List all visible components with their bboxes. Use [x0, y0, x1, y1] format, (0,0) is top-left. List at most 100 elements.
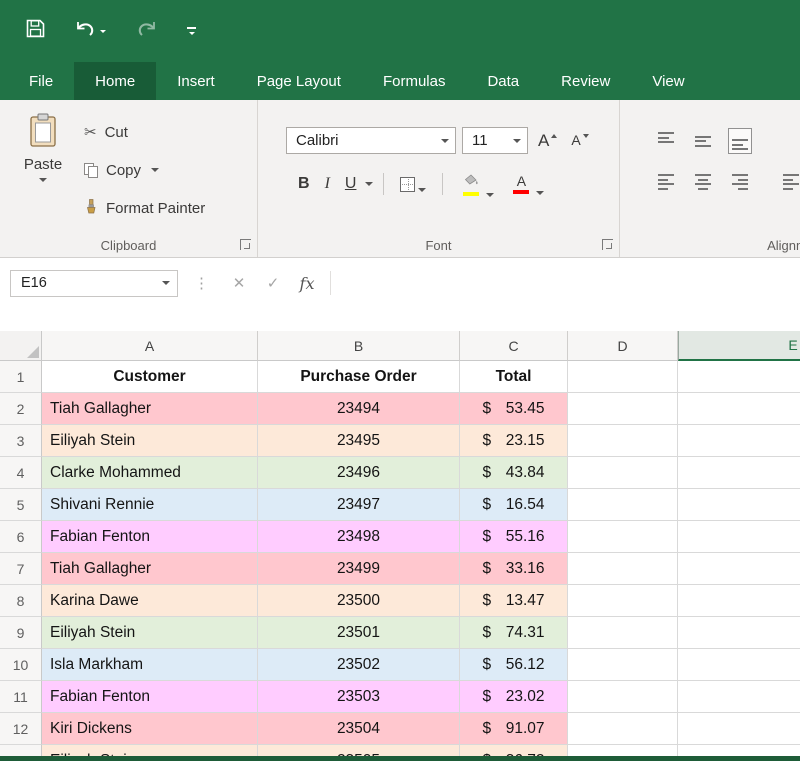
cell-total[interactable]: $13.47: [460, 585, 568, 617]
undo-dropdown-icon[interactable]: [100, 30, 106, 33]
cell-empty[interactable]: [678, 361, 800, 393]
cut-button[interactable]: ✂ Cut: [84, 113, 205, 151]
tab-review[interactable]: Review: [540, 62, 631, 100]
cell-customer[interactable]: Fabian Fenton: [42, 521, 258, 553]
cell-total[interactable]: $33.16: [460, 553, 568, 585]
cell-customer[interactable]: Isla Markham: [42, 649, 258, 681]
cell-purchase-order[interactable]: 23498: [258, 521, 460, 553]
cell-total-header[interactable]: Total: [460, 361, 568, 393]
middle-align-button[interactable]: [691, 128, 715, 154]
cell-empty[interactable]: [568, 425, 678, 457]
bottom-align-button[interactable]: [728, 128, 752, 154]
cell-empty[interactable]: [568, 713, 678, 745]
cell-purchase-order[interactable]: 23495: [258, 425, 460, 457]
clipboard-dialog-launcher-icon[interactable]: [240, 239, 251, 250]
cell-total[interactable]: $23.15: [460, 425, 568, 457]
cell-empty[interactable]: [678, 521, 800, 553]
undo-button[interactable]: [75, 20, 106, 42]
font-name-select[interactable]: Calibri: [286, 127, 456, 154]
formula-input[interactable]: [337, 270, 800, 297]
name-box-dropdown-icon[interactable]: [162, 281, 170, 285]
cell-empty[interactable]: [568, 681, 678, 713]
underline-dropdown-icon[interactable]: [365, 182, 373, 186]
row-number[interactable]: 5: [0, 489, 42, 521]
cell-empty[interactable]: [568, 393, 678, 425]
paste-dropdown-icon[interactable]: [39, 178, 47, 182]
cell-customer[interactable]: Karina Dawe: [42, 585, 258, 617]
row-number[interactable]: 8: [0, 585, 42, 617]
orientation-icon[interactable]: ab: [796, 131, 800, 152]
row-number[interactable]: 1: [0, 361, 42, 393]
tab-file[interactable]: File: [8, 62, 74, 100]
insert-function-button[interactable]: fx: [290, 274, 324, 293]
save-button[interactable]: [26, 19, 45, 43]
copy-dropdown-icon[interactable]: [151, 168, 159, 172]
align-right-button[interactable]: [728, 170, 752, 194]
increase-font-size-button[interactable]: A: [534, 130, 561, 151]
column-header-b[interactable]: B: [258, 331, 460, 361]
row-number[interactable]: 11: [0, 681, 42, 713]
cell-empty[interactable]: [678, 617, 800, 649]
cell-customer[interactable]: Fabian Fenton: [42, 681, 258, 713]
column-header-d[interactable]: D: [568, 331, 678, 361]
center-button[interactable]: [691, 170, 715, 194]
tab-data[interactable]: Data: [466, 62, 540, 100]
row-number[interactable]: 3: [0, 425, 42, 457]
column-header-e[interactable]: E: [678, 331, 800, 361]
row-number[interactable]: 4: [0, 457, 42, 489]
cell-purchase-order[interactable]: 23497: [258, 489, 460, 521]
cell-customer[interactable]: Kiri Dickens: [42, 713, 258, 745]
select-all-corner[interactable]: [0, 331, 42, 361]
cell-empty[interactable]: [678, 713, 800, 745]
cell-purchase-order[interactable]: 23499: [258, 553, 460, 585]
column-header-a[interactable]: A: [42, 331, 258, 361]
cell-total[interactable]: $56.12: [460, 649, 568, 681]
cell-empty[interactable]: [568, 553, 678, 585]
name-box[interactable]: E16: [10, 270, 178, 297]
row-number[interactable]: 10: [0, 649, 42, 681]
cell-total[interactable]: $53.45: [460, 393, 568, 425]
cell-customer[interactable]: Clarke Mohammed: [42, 457, 258, 489]
cell-total[interactable]: $23.02: [460, 681, 568, 713]
cell-empty[interactable]: [568, 489, 678, 521]
tab-home[interactable]: Home: [74, 62, 156, 100]
borders-dropdown-icon[interactable]: [418, 188, 426, 192]
cell-empty[interactable]: [678, 489, 800, 521]
top-align-button[interactable]: [654, 128, 678, 154]
cell-purchase-order-header[interactable]: Purchase Order: [258, 361, 460, 393]
cell-empty[interactable]: [568, 521, 678, 553]
enter-button[interactable]: ✓: [256, 274, 290, 292]
cell-empty[interactable]: [678, 585, 800, 617]
tab-insert[interactable]: Insert: [156, 62, 236, 100]
cell-empty[interactable]: [678, 393, 800, 425]
cancel-button[interactable]: ✕: [222, 274, 256, 292]
cell-customer[interactable]: Tiah Gallagher: [42, 553, 258, 585]
decrease-indent-button[interactable]: [779, 170, 800, 194]
cell-total[interactable]: $91.07: [460, 713, 568, 745]
cell-empty[interactable]: [678, 649, 800, 681]
font-color-dropdown-icon[interactable]: [536, 191, 544, 195]
formula-bar-drag-handle[interactable]: ⋮: [194, 274, 208, 292]
cell-purchase-order[interactable]: 23502: [258, 649, 460, 681]
tab-page-layout[interactable]: Page Layout: [236, 62, 362, 100]
font-color-button[interactable]: A: [503, 172, 550, 197]
cell-empty[interactable]: [568, 617, 678, 649]
cell-purchase-order[interactable]: 23496: [258, 457, 460, 489]
cell-empty[interactable]: [568, 585, 678, 617]
cell-empty[interactable]: [568, 457, 678, 489]
redo-button[interactable]: [136, 20, 157, 42]
cell-total[interactable]: $55.16: [460, 521, 568, 553]
underline-button[interactable]: U: [339, 173, 363, 195]
format-painter-button[interactable]: Format Painter: [84, 189, 205, 227]
cell-purchase-order[interactable]: 23500: [258, 585, 460, 617]
row-number[interactable]: 9: [0, 617, 42, 649]
cell-customer[interactable]: Shivani Rennie: [42, 489, 258, 521]
cell-empty[interactable]: [678, 553, 800, 585]
font-dialog-launcher-icon[interactable]: [602, 239, 613, 250]
cell-empty[interactable]: [678, 681, 800, 713]
cell-total[interactable]: $74.31: [460, 617, 568, 649]
column-header-c[interactable]: C: [460, 331, 568, 361]
decrease-font-size-button[interactable]: A: [567, 130, 592, 151]
tab-view[interactable]: View: [631, 62, 705, 100]
cell-purchase-order[interactable]: 23494: [258, 393, 460, 425]
